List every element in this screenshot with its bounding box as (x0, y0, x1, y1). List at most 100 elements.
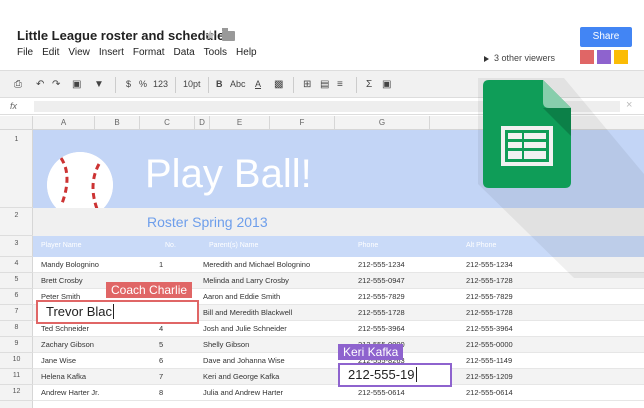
menu-view[interactable]: View (68, 47, 90, 58)
merge-icon[interactable]: ▤ (320, 79, 329, 90)
number-cell[interactable]: 4 (159, 324, 163, 333)
parents-cell[interactable]: Bill and Meredith Blackwell (203, 308, 292, 317)
viewer-avatar[interactable] (580, 50, 594, 64)
number-cell[interactable]: 5 (159, 340, 163, 349)
parents-cell[interactable]: Josh and Julie Schneider (203, 324, 287, 333)
alt-phone-cell[interactable]: 212-555-1149 (466, 356, 512, 365)
parents-cell[interactable]: Aaron and Eddie Smith (203, 292, 280, 301)
viewers-indicator[interactable]: 3 other viewers (484, 53, 555, 63)
menu-bar: File Edit View Insert Format Data Tools … (17, 47, 257, 58)
redo-icon[interactable]: ↷ (52, 79, 60, 90)
collaborator-label-keri: Keri Kafka (338, 344, 404, 360)
font-select[interactable]: Abc (230, 79, 246, 89)
alt-phone-cell[interactable]: 212-555-1209 (466, 372, 513, 381)
undo-icon[interactable]: ↶ (36, 79, 44, 90)
parents-cell[interactable]: Julia and Andrew Harter (203, 388, 283, 397)
print-icon[interactable]: ⎙ (14, 79, 22, 90)
row-header[interactable]: 9 (0, 337, 33, 353)
number-cell[interactable]: 6 (159, 356, 163, 365)
collaborator-cell-coach[interactable]: Trevor Blac (36, 300, 199, 324)
row-header[interactable]: 3 (0, 236, 33, 257)
parents-cell[interactable]: Keri and George Kafka (203, 372, 279, 381)
fill-color-icon[interactable]: ▩ (274, 79, 283, 90)
menu-data[interactable]: Data (174, 47, 195, 58)
number-cell[interactable]: 8 (159, 388, 163, 397)
row-header[interactable]: 4 (0, 257, 33, 273)
player-cell[interactable]: Helena Kafka (41, 372, 86, 381)
percent-button[interactable]: % (139, 79, 147, 89)
menu-insert[interactable]: Insert (99, 47, 124, 58)
phone-cell[interactable]: 212-555-3964 (358, 324, 405, 333)
wrap-icon[interactable]: ≡ (337, 79, 343, 90)
row-header[interactable]: 6 (0, 289, 33, 305)
share-button[interactable]: Share (580, 27, 632, 47)
number-cell[interactable]: 1 (159, 260, 163, 269)
menu-format[interactable]: Format (133, 47, 165, 58)
number-cell[interactable]: 7 (159, 372, 163, 381)
font-size-select[interactable]: 10pt (183, 79, 201, 89)
function-icon[interactable]: Σ (366, 79, 372, 90)
phone-cell[interactable]: 212-555-1728 (358, 308, 405, 317)
menu-edit[interactable]: Edit (42, 47, 59, 58)
column-header-f[interactable]: F (270, 116, 335, 130)
menu-help[interactable]: Help (236, 47, 257, 58)
toolbar-divider (175, 77, 176, 93)
alt-phone-cell[interactable]: 212-555-0000 (466, 340, 513, 349)
alt-phone-cell[interactable]: 212-555-0614 (466, 388, 513, 397)
phone-cell[interactable]: 212-555-0614 (358, 388, 405, 397)
document-title[interactable]: Little League roster and schedule (17, 28, 224, 43)
chart-icon[interactable]: ▣ (382, 79, 391, 90)
phone-cell[interactable]: 212-555-7829 (358, 292, 405, 301)
viewer-avatar[interactable] (614, 50, 628, 64)
row-header[interactable]: 2 (0, 208, 33, 236)
player-cell[interactable]: Zachary Gibson (41, 340, 94, 349)
row-header[interactable]: 1 (0, 130, 33, 208)
toolbar-divider (356, 77, 357, 93)
parents-cell[interactable]: Meredith and Michael Bolognino (203, 260, 310, 269)
currency-button[interactable]: $ (126, 79, 131, 89)
player-cell[interactable]: Mandy Bolognino (41, 260, 99, 269)
alt-phone-cell[interactable]: 212-555-3964 (466, 324, 513, 333)
text-color-button[interactable]: A (255, 79, 261, 89)
column-header-g[interactable]: G (335, 116, 430, 130)
row-header[interactable]: 8 (0, 321, 33, 337)
player-cell[interactable]: Jane Wise (41, 356, 76, 365)
parents-cell[interactable]: Melinda and Larry Crosby (203, 276, 289, 285)
phone-cell[interactable]: 212-555-1234 (358, 260, 405, 269)
borders-icon[interactable]: ⊞ (303, 79, 311, 90)
column-header-e[interactable]: E (210, 116, 270, 130)
bold-button[interactable]: B (216, 79, 223, 89)
row-header[interactable]: 12 (0, 385, 33, 401)
toolbar-divider (115, 77, 116, 93)
header-phone: Phone (358, 242, 379, 249)
row-header[interactable]: 10 (0, 353, 33, 369)
player-cell[interactable]: Andrew Harter Jr. (41, 388, 99, 397)
select-all-corner[interactable] (0, 116, 33, 130)
hero-title: Play Ball! (145, 152, 312, 196)
parents-cell[interactable]: Shelly Gibson (203, 340, 249, 349)
row-header[interactable]: 7 (0, 305, 33, 321)
star-icon[interactable]: ★ (204, 27, 217, 44)
row-header[interactable]: 11 (0, 369, 33, 385)
paint-format-icon[interactable]: ▼ (94, 79, 104, 90)
column-header-c[interactable]: C (140, 116, 195, 130)
viewer-avatar[interactable] (597, 50, 611, 64)
folder-icon[interactable] (222, 28, 235, 41)
column-header-b[interactable]: B (95, 116, 140, 130)
collaborator-cell-keri[interactable]: 212-555-19 (338, 363, 452, 387)
menu-file[interactable]: File (17, 47, 33, 58)
number-format-button[interactable]: 123 (153, 79, 168, 89)
copy-format-icon[interactable]: ▣ (72, 79, 81, 90)
column-header-a[interactable]: A (33, 116, 95, 130)
phone-cell[interactable]: 212-555-0947 (358, 276, 405, 285)
alt-phone-cell[interactable]: 212-555-1728 (466, 308, 513, 317)
fx-label: fx (10, 101, 18, 111)
player-cell[interactable]: Brett Crosby (41, 276, 83, 285)
row-header[interactable]: 5 (0, 273, 33, 289)
table-row[interactable]: Andrew Harter Jr. 8 Julia and Andrew Harte… (33, 385, 644, 401)
alt-phone-cell[interactable]: 212-555-7829 (466, 292, 513, 301)
menu-tools[interactable]: Tools (204, 47, 227, 58)
player-cell[interactable]: Ted Schneider (41, 324, 89, 333)
column-header-d[interactable]: D (195, 116, 210, 130)
parents-cell[interactable]: Dave and Johanna Wise (203, 356, 285, 365)
